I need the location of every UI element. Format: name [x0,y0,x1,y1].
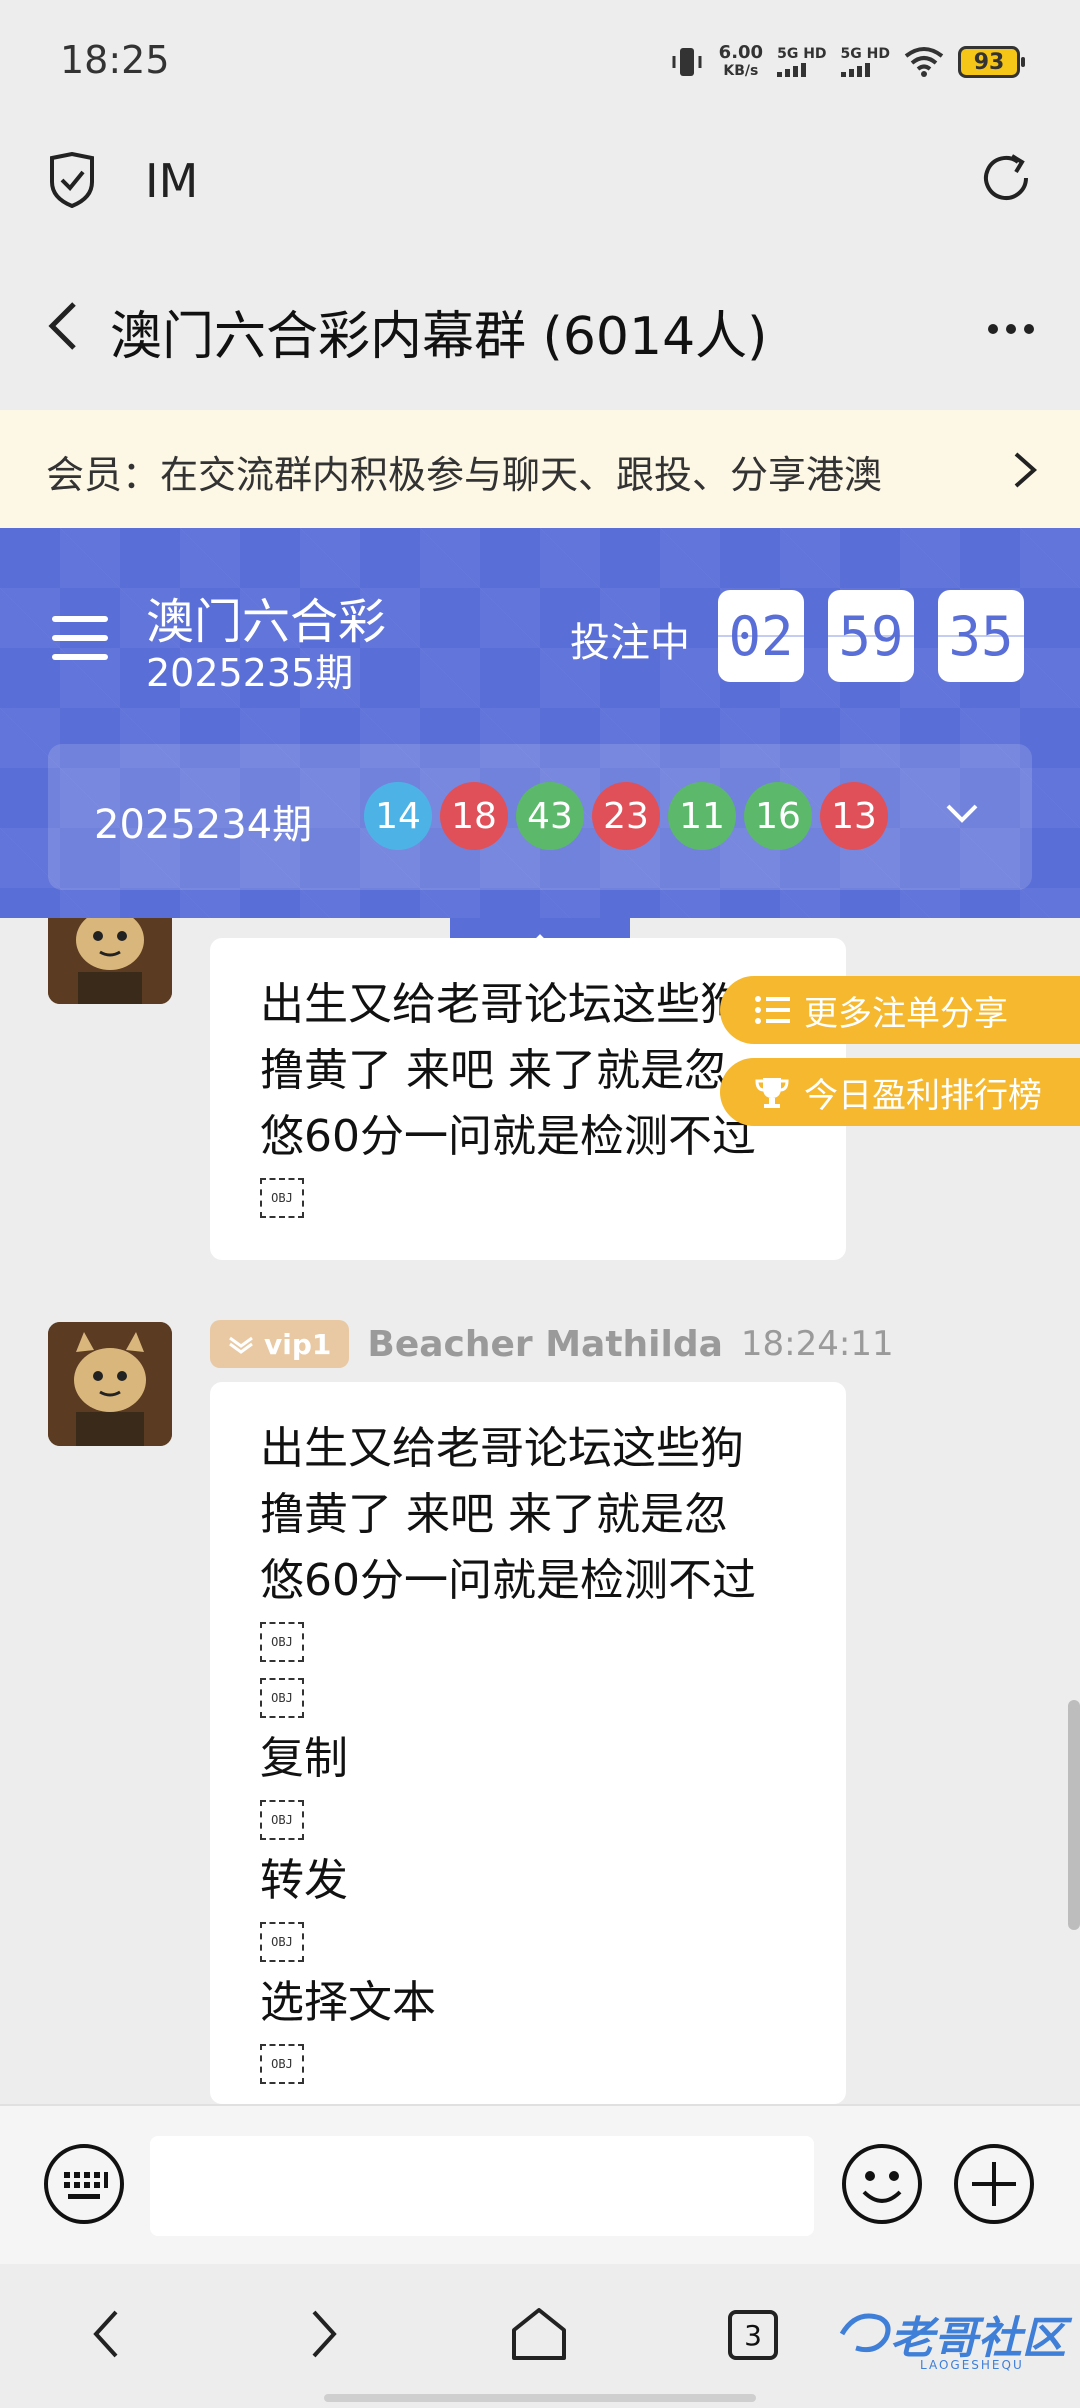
lottery-current-period: 2025235期 [146,651,354,695]
watermark-logo: 老哥社区 LAOGESHEQU [836,2294,1080,2378]
vip-badge: vip1 [210,1320,350,1368]
vibrate-icon [672,48,702,76]
nav-forward-icon[interactable] [304,2304,344,2364]
battery-indicator: 93 [958,46,1025,78]
chat-header: 澳门六合彩内幕群 (6014人) [0,240,1080,410]
scrollbar[interactable] [1068,1700,1080,1930]
dragon-logo-icon [839,2313,891,2353]
message-line: 撸黄了 来吧 来了就是忽 [260,1489,728,1540]
keyboard-icon[interactable] [42,2142,126,2226]
vip-chevron-icon [229,1336,253,1354]
message-line: 撸黄了 来吧 来了就是忽 [260,1045,728,1096]
message-meta: vip1 Beacher Mathilda 18:24:11 [210,1320,894,1368]
status-icons: 6.00 KB/s 5G HD 5G HD 93 [669,40,1025,84]
message-line: 出生又给老哥论坛这些狗 [260,979,744,1030]
menu-forward[interactable]: 转发 [260,1848,796,1914]
plus-icon[interactable] [952,2142,1036,2226]
message-time: 18:24:11 [740,1324,894,1364]
message-line: 出生又给老哥论坛这些狗 [260,1423,744,1474]
trophy-icon [755,1078,789,1108]
message-line: 悠60分一问就是检测不过 [260,1111,756,1162]
lottery-panel: 澳门六合彩 2025235期 投注中 02 59 35 2025234期 14 … [0,528,1080,918]
message-input[interactable] [150,2136,814,2236]
object-placeholder: OBJ [260,1800,304,1840]
lottery-ball: 23 [592,782,660,850]
signal-2: 5G HD [840,47,890,77]
shield-check-icon[interactable] [46,152,98,208]
last-draw-row[interactable]: 2025234期 14 18 43 23 11 16 13 [48,744,1032,890]
chevron-right-icon [1014,452,1038,488]
lottery-ball: 11 [668,782,736,850]
lottery-ball: 16 [744,782,812,850]
notice-text: 会员：在交流群内积极参与聊天、跟投、分享港澳 [46,453,883,497]
betting-status: 投注中 [570,620,690,666]
timer-hours: 02 [718,590,804,682]
chevron-down-icon[interactable] [942,798,982,828]
browser-bar: IM [0,120,1080,240]
back-arrow-icon[interactable] [42,296,82,356]
message-bubble[interactable]: 出生又给老哥论坛这些狗 撸黄了 来吧 来了就是忽 悠60分一问就是检测不过 OB… [210,1382,846,2104]
profit-ranking-label: 今日盈利排行榜 [804,1075,1042,1116]
object-placeholder: OBJ [260,1178,304,1218]
profit-ranking-button[interactable]: 今日盈利排行榜 [720,1058,1080,1126]
timer-minutes: 59 [828,590,914,682]
browser-title: IM [145,154,199,208]
lottery-ball: 18 [440,782,508,850]
object-placeholder: OBJ [260,1622,304,1662]
object-placeholder: OBJ [260,2044,304,2084]
nav-back-icon[interactable] [86,2304,126,2364]
network-speed: 6.00 KB/s [718,42,764,80]
lottery-ball: 14 [364,782,432,850]
hamburger-menu-icon[interactable] [52,616,108,673]
notice-banner[interactable]: 会员：在交流群内积极参与聊天、跟投、分享港澳 [0,410,1080,528]
message-line: 悠60分一问就是检测不过 [260,1555,756,1606]
browser-nav-bar: 3 老哥社区 LAOGESHEQU [0,2264,1080,2408]
tab-switcher[interactable]: 3 [728,2310,778,2360]
object-placeholder: OBJ [260,1678,304,1718]
more-share-button[interactable]: 更多注单分享 [720,976,1080,1044]
list-icon [755,996,790,1024]
countdown-timer: 02 59 35 [718,590,1024,682]
menu-select-text[interactable]: 选择文本 [260,1970,796,2036]
menu-copy[interactable]: 复制 [260,1726,796,1792]
home-icon[interactable] [508,2304,570,2364]
chat-title: 澳门六合彩内幕群 (6014人) [110,307,768,367]
last-draw-balls: 14 18 43 23 11 16 13 [364,782,888,850]
wifi-icon [904,47,944,77]
last-draw-period: 2025234期 [94,802,313,848]
home-indicator[interactable] [324,2394,756,2402]
sender-name[interactable]: Beacher Mathilda [367,1324,723,1365]
reload-icon[interactable] [978,150,1034,206]
status-time: 18:25 [60,38,170,82]
lottery-ball: 13 [820,782,888,850]
emoji-icon[interactable] [840,2142,924,2226]
more-share-label: 更多注单分享 [804,993,1008,1034]
status-bar: 18:25 6.00 KB/s 5G HD 5G HD 93 [0,0,1080,120]
input-bar [0,2104,1080,2264]
lottery-ball: 43 [516,782,584,850]
object-placeholder: OBJ [260,1922,304,1962]
signal-1: 5G HD [777,47,827,77]
timer-seconds: 35 [938,590,1024,682]
avatar[interactable] [48,1322,172,1446]
more-options-icon[interactable] [988,324,1034,334]
